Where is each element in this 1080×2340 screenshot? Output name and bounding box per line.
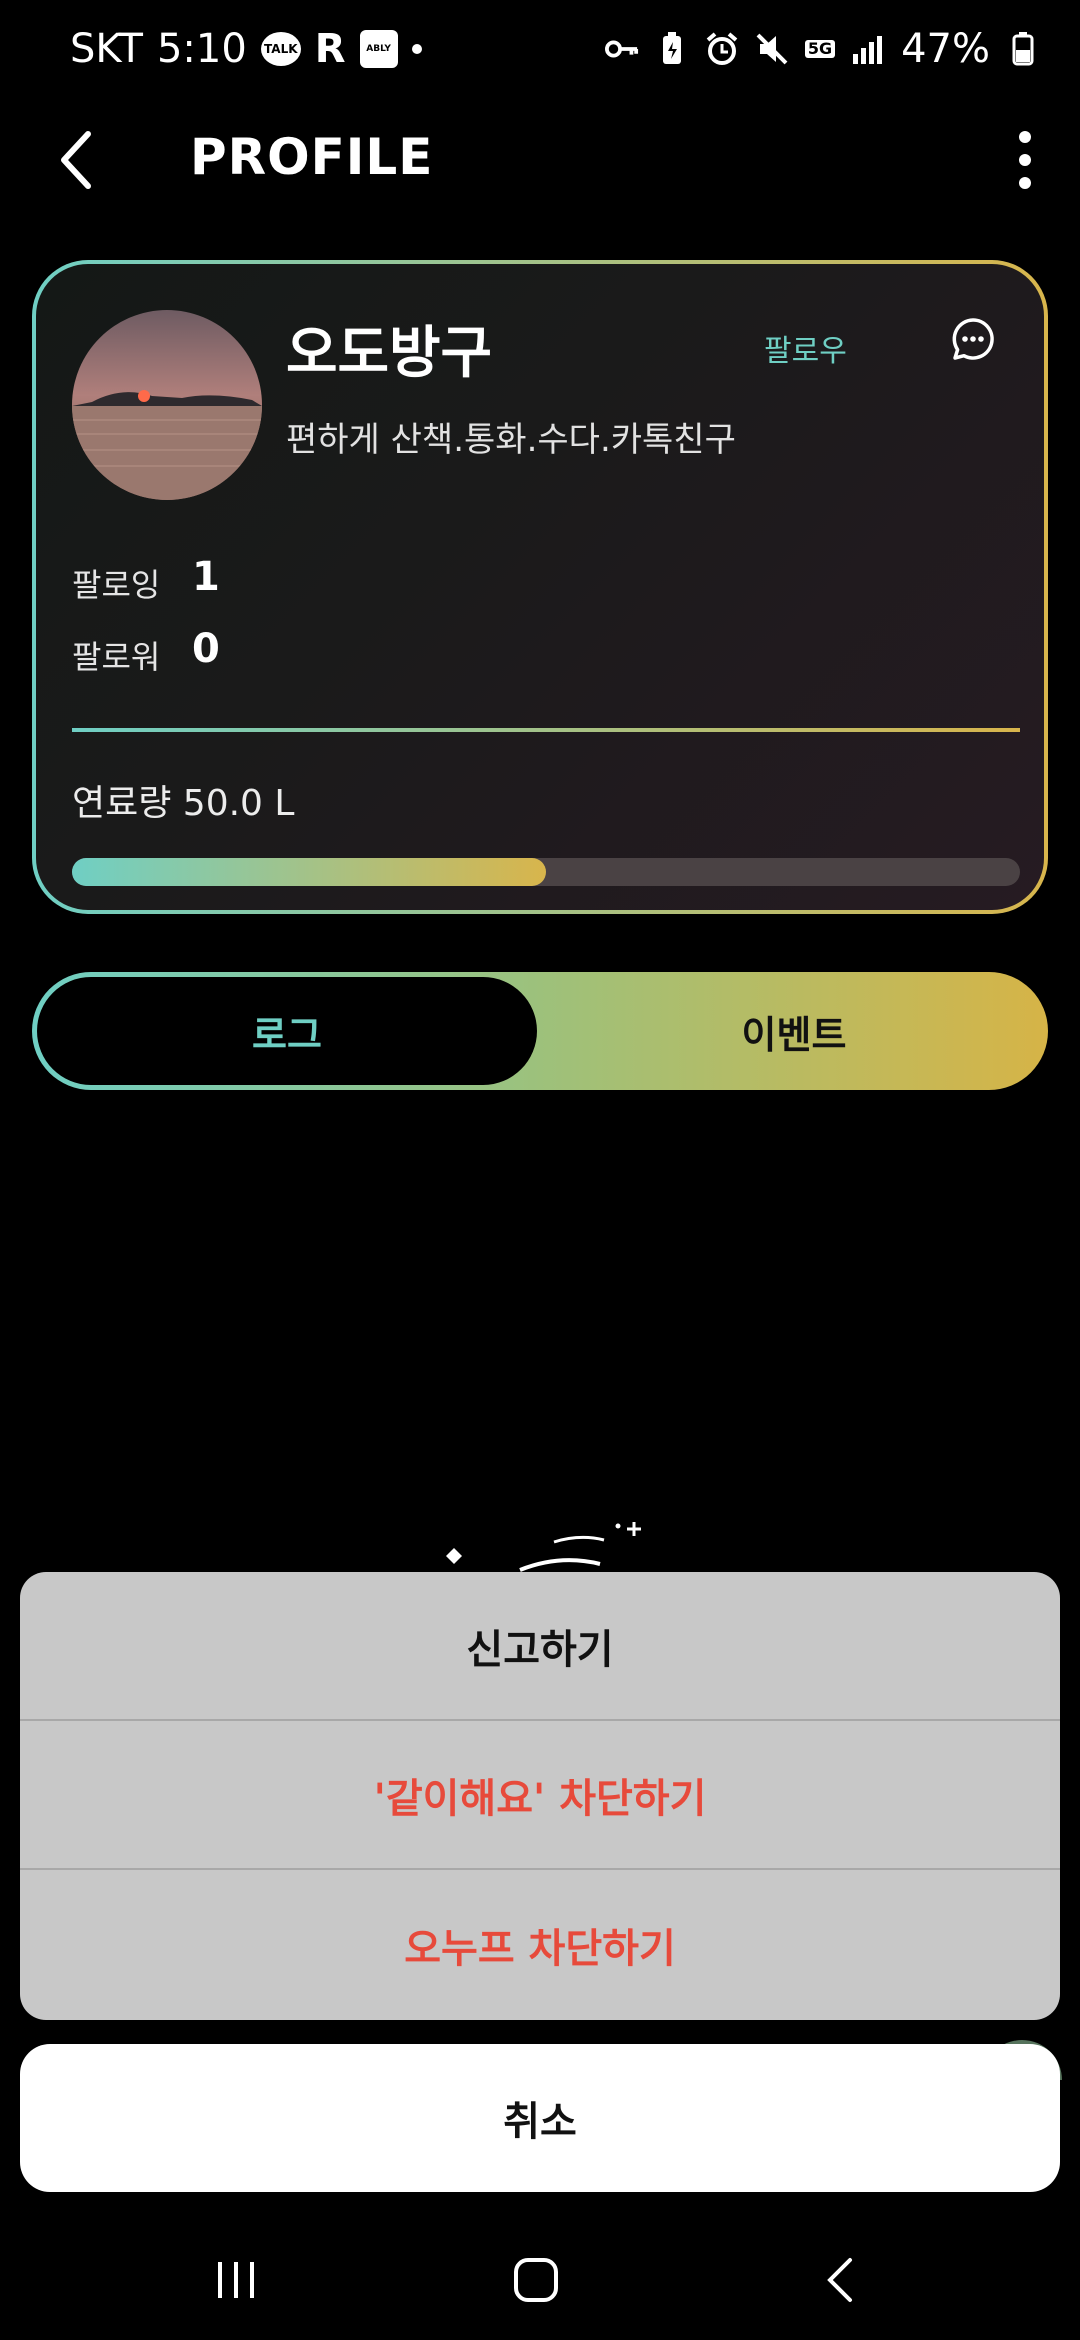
more-notifications-dot-icon — [411, 44, 422, 54]
fuel-progress-fill — [72, 858, 546, 886]
report-button[interactable]: 신고하기 — [20, 1572, 1060, 1721]
carrier-label: SKT — [70, 26, 143, 72]
avatar[interactable] — [72, 310, 262, 500]
fuel-progress-bar — [72, 858, 1020, 886]
kakaotalk-icon: TALK — [260, 32, 301, 66]
key-icon — [604, 32, 639, 66]
block-together-button[interactable]: '같이해요' 차단하기 — [20, 1721, 1060, 1870]
chevron-left-icon — [827, 2258, 852, 2302]
network-type-label: 5G — [804, 40, 836, 58]
tab-bar: 로그 이벤트 — [32, 972, 1048, 1090]
chat-bubble-icon — [952, 318, 994, 360]
recent-apps-icon — [218, 2262, 254, 2298]
chevron-left-icon — [61, 131, 91, 189]
home-button[interactable] — [506, 2250, 566, 2310]
chat-button[interactable] — [950, 316, 996, 362]
page-title: PROFILE — [190, 128, 434, 186]
tab-log[interactable]: 로그 — [37, 977, 537, 1085]
profile-bio: 편하게 산책.통화.수다.카톡친구 — [286, 420, 736, 460]
follow-button[interactable]: 팔로우 — [764, 326, 847, 370]
battery-percent: 47% — [901, 26, 990, 72]
fuel-label: 연료량 50.0 L — [72, 783, 295, 824]
sunset-photo-icon — [72, 310, 262, 500]
following-count[interactable]: 1 — [192, 554, 220, 600]
recent-apps-button[interactable] — [206, 2250, 266, 2310]
clock: 5:10 — [156, 26, 247, 72]
app-header: PROFILE — [0, 110, 1080, 210]
home-icon — [514, 2258, 558, 2302]
ably-app-icon: ABLY — [359, 30, 398, 68]
battery-saver-icon — [655, 32, 689, 66]
action-sheet: 신고하기 '같이해요' 차단하기 오누프 차단하기 — [20, 1572, 1060, 2020]
vertical-dots-icon — [1019, 131, 1031, 189]
cancel-button[interactable]: 취소 — [20, 2044, 1060, 2192]
block-onup-button[interactable]: 오누프 차단하기 — [20, 1870, 1060, 2019]
followers-label: 팔로워 — [72, 638, 161, 676]
sparkle-decoration-icon — [420, 1520, 660, 1580]
profile-card: 오도방구 팔로우 편하게 산책.통화.수다.카톡친구 팔로잉 1 팔로워 0 연… — [32, 260, 1048, 914]
status-bar: SKT 5:10 TALK R ABLY 5G 47% — [0, 0, 1080, 104]
following-label: 팔로잉 — [72, 566, 161, 604]
system-back-button[interactable] — [812, 2250, 872, 2310]
card-divider — [72, 728, 1020, 732]
tab-event[interactable]: 이벤트 — [540, 972, 1048, 1090]
r-app-icon: R — [314, 26, 346, 72]
followers-count[interactable]: 0 — [192, 626, 220, 672]
battery-charging-icon — [1006, 32, 1040, 66]
back-button[interactable] — [50, 122, 110, 198]
alarm-icon — [705, 32, 739, 66]
signal-icon — [851, 32, 885, 66]
more-options-button[interactable] — [1000, 120, 1050, 200]
profile-name: 오도방구 — [286, 321, 493, 386]
system-navigation-bar — [0, 2210, 1080, 2340]
mute-icon — [755, 32, 789, 66]
